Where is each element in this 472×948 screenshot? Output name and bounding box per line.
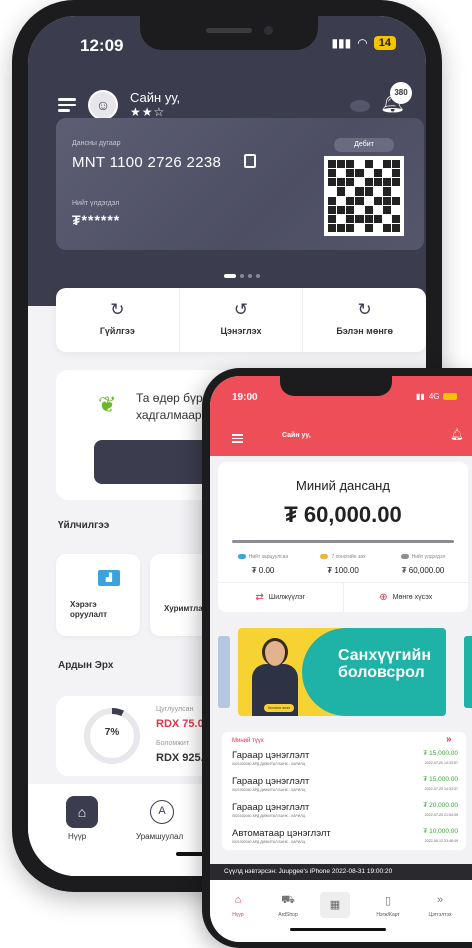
progress-percent: 7% [104, 727, 120, 738]
nav-promo-label[interactable]: Урамшуулал [136, 832, 183, 841]
banner-next[interactable] [464, 636, 472, 708]
bonus-title: Ардын Эрх [58, 660, 114, 671]
nav-label: АrdShop [278, 912, 298, 918]
promo-icon[interactable]: A [150, 800, 174, 824]
wifi-icon: ◠ [357, 36, 368, 50]
home-icon[interactable]: ⌂ [66, 796, 98, 828]
banner-slogan: Санхүүгийн боловсрол [338, 647, 432, 681]
transfer-button[interactable]: ⇄ Шилжүүлэг [218, 583, 344, 612]
more-icon[interactable]: » [446, 734, 452, 745]
cart-icon: ⛟ [281, 894, 295, 906]
account-label: Дансны дугаар [72, 140, 121, 147]
collected-label: Цуглуулсан [156, 706, 194, 713]
nav-home[interactable]: ⌂ Нүүр [216, 894, 260, 918]
notification-badge: 380 [390, 82, 412, 104]
card-type-badge: Дебит [334, 138, 394, 152]
request-money-button[interactable]: ⊕ Мөнгө хүсэх [344, 583, 469, 612]
menu-icon[interactable] [232, 432, 243, 445]
service-investment[interactable]: ▟ Хэрэгэ оруулалт [56, 554, 140, 636]
nav-label: Цэтгэлтэх [428, 912, 452, 918]
banner-prev[interactable] [218, 636, 230, 708]
phone-front-screen: 19:00 ▮▮ 4G Сайн уу, 🔔︎ Миний дансанд ₮ … [210, 376, 472, 942]
legend-balance: Нийт үлдэгдэл ₮ 60,000.00 [400, 554, 446, 575]
balance-actions: ⇄ Шилжүүлэг ⊕ Мөнгө хүсэх [218, 582, 468, 612]
account-number: MNT 1100 2726 2238 [72, 154, 222, 171]
phone-icon: ▯ [384, 895, 392, 907]
legend-week: 7 хоногийн зах ₮ 100.00 [306, 554, 380, 575]
plus-circle-icon: ⊕ [379, 592, 388, 603]
signal-icon: ▮▮▮ [331, 36, 352, 50]
phone-front: 19:00 ▮▮ 4G Сайн уу, 🔔︎ Миний дансанд ₮ … [202, 368, 472, 948]
topup-icon: ↺ [233, 300, 249, 319]
network-label: 4G [428, 392, 440, 401]
plant-icon: ❦ [98, 392, 117, 417]
transaction-history: Миний түүх » Гараар цэнэглэлт 0021002040 … [222, 732, 466, 850]
account-card[interactable]: Дансны дугаар MNT 1100 2726 2238 Нийт үл… [56, 118, 424, 250]
greeting: Сайн уу, [282, 432, 311, 439]
nav-shop[interactable]: ⛟ АrdShop [266, 894, 310, 918]
qr-code-icon[interactable] [324, 156, 404, 236]
balance-title: Миний дансанд [296, 478, 390, 493]
action-transfer[interactable]: ↻ Гүйлгээ [56, 288, 180, 352]
notch [280, 376, 392, 396]
atm-icon: ↻ [357, 300, 372, 319]
notch [140, 16, 318, 50]
list-item[interactable]: Гараар цэнэглэлт 0021002040 АРД ДИЖИТАЛ Б… [232, 750, 458, 778]
carousel-dots[interactable] [224, 274, 260, 278]
signal-icon: ▮▮ [416, 392, 425, 401]
bell-icon[interactable]: 🔔︎ 380 [380, 82, 412, 116]
greeting: Сайн уу, [130, 89, 181, 105]
last-login-ticker: Сүүлд нэвтэрсэн: Juupgee's iPhone 2022-0… [210, 864, 472, 880]
chevron-right-icon: » [436, 894, 444, 906]
avatar[interactable]: ☺ [88, 90, 118, 120]
action-label: Цэнэглэх [220, 326, 262, 336]
transfer-icon: ⇄ [255, 592, 264, 603]
bell-icon[interactable]: 🔔︎ [450, 428, 464, 441]
status-time: 19:00 [232, 392, 258, 403]
action-cash[interactable]: ↻ Бэлэн мөнгө [303, 288, 426, 352]
progress-ring: 7% [84, 708, 140, 764]
status-icons: ▮▮ 4G [416, 392, 458, 401]
target-label: Боломжит [156, 740, 190, 747]
list-item[interactable]: Автоматаар цэнэглэлт 0021002040 АРД ДИЖИТ… [232, 828, 458, 856]
quick-actions: ↻ Гүйлгээ ↺ Цэнэглэх ↻ Бэлэн мөнгө [56, 288, 426, 352]
transfer-icon: ↻ [110, 300, 125, 319]
home-indicator [290, 928, 386, 931]
legend-spent: Нийт зарцуулсан ₮ 0.00 [226, 554, 300, 575]
balance-bar [232, 540, 454, 543]
balance-masked: ₮****** [72, 212, 121, 228]
nav-label: Нүүр [232, 912, 244, 918]
eye-icon[interactable] [350, 100, 370, 112]
service-label: Хэрэгэ оруулалт [70, 600, 107, 620]
banner-tag: Хичээл эхэл [264, 704, 294, 712]
history-title: Миний түүх [232, 738, 264, 744]
balance-label: Нийт үлдэгдэл [72, 200, 120, 207]
qr-scan-icon[interactable]: ▦ [320, 892, 350, 918]
services-title: Үйлчилгээ [58, 520, 110, 531]
user-header: ☺ Сайн уу, ★★☆ [58, 90, 180, 120]
copy-icon[interactable] [244, 154, 256, 168]
bottom-nav: ⌂ Нүүр ⛟ АrdShop ▦ ▯ Нэгж/Карт » Цэтгэлт… [210, 880, 472, 942]
battery-icon: 14 [373, 36, 396, 50]
action-topup[interactable]: ↺ Цэнэглэх [180, 288, 304, 352]
nav-label: Нэгж/Карт [376, 912, 400, 918]
menu-icon[interactable] [58, 95, 76, 115]
list-item[interactable]: Гараар цэнэглэлт 0021002040 АРД ДИЖИТАЛ Б… [232, 802, 458, 830]
list-item[interactable]: Гараар цэнэглэлт 0021002040 АРД ДИЖИТАЛ Б… [232, 776, 458, 804]
promo-banner[interactable]: Санхүүгийн боловсрол Хичээл эхэл [238, 628, 446, 716]
home-icon: ⌂ [234, 894, 242, 906]
battery-icon [443, 393, 458, 400]
balance-amount: ₮ 60,000.00 [284, 502, 402, 527]
status-icons: ▮▮▮ ◠ 14 [331, 36, 396, 50]
nav-home-label[interactable]: Нүүр [68, 832, 86, 841]
nav-more[interactable]: » Цэтгэлтэх [418, 894, 462, 918]
nav-cards[interactable]: ▯ Нэгж/Карт [366, 894, 410, 918]
chart-icon: ▟ [98, 570, 120, 586]
action-label: Гүйлгээ [99, 326, 135, 336]
action-label: Бэлэн мөнгө [336, 326, 394, 336]
status-time: 12:09 [80, 36, 124, 55]
balance-card: Миний дансанд ₮ 60,000.00 Нийт зарцуулса… [218, 462, 468, 612]
